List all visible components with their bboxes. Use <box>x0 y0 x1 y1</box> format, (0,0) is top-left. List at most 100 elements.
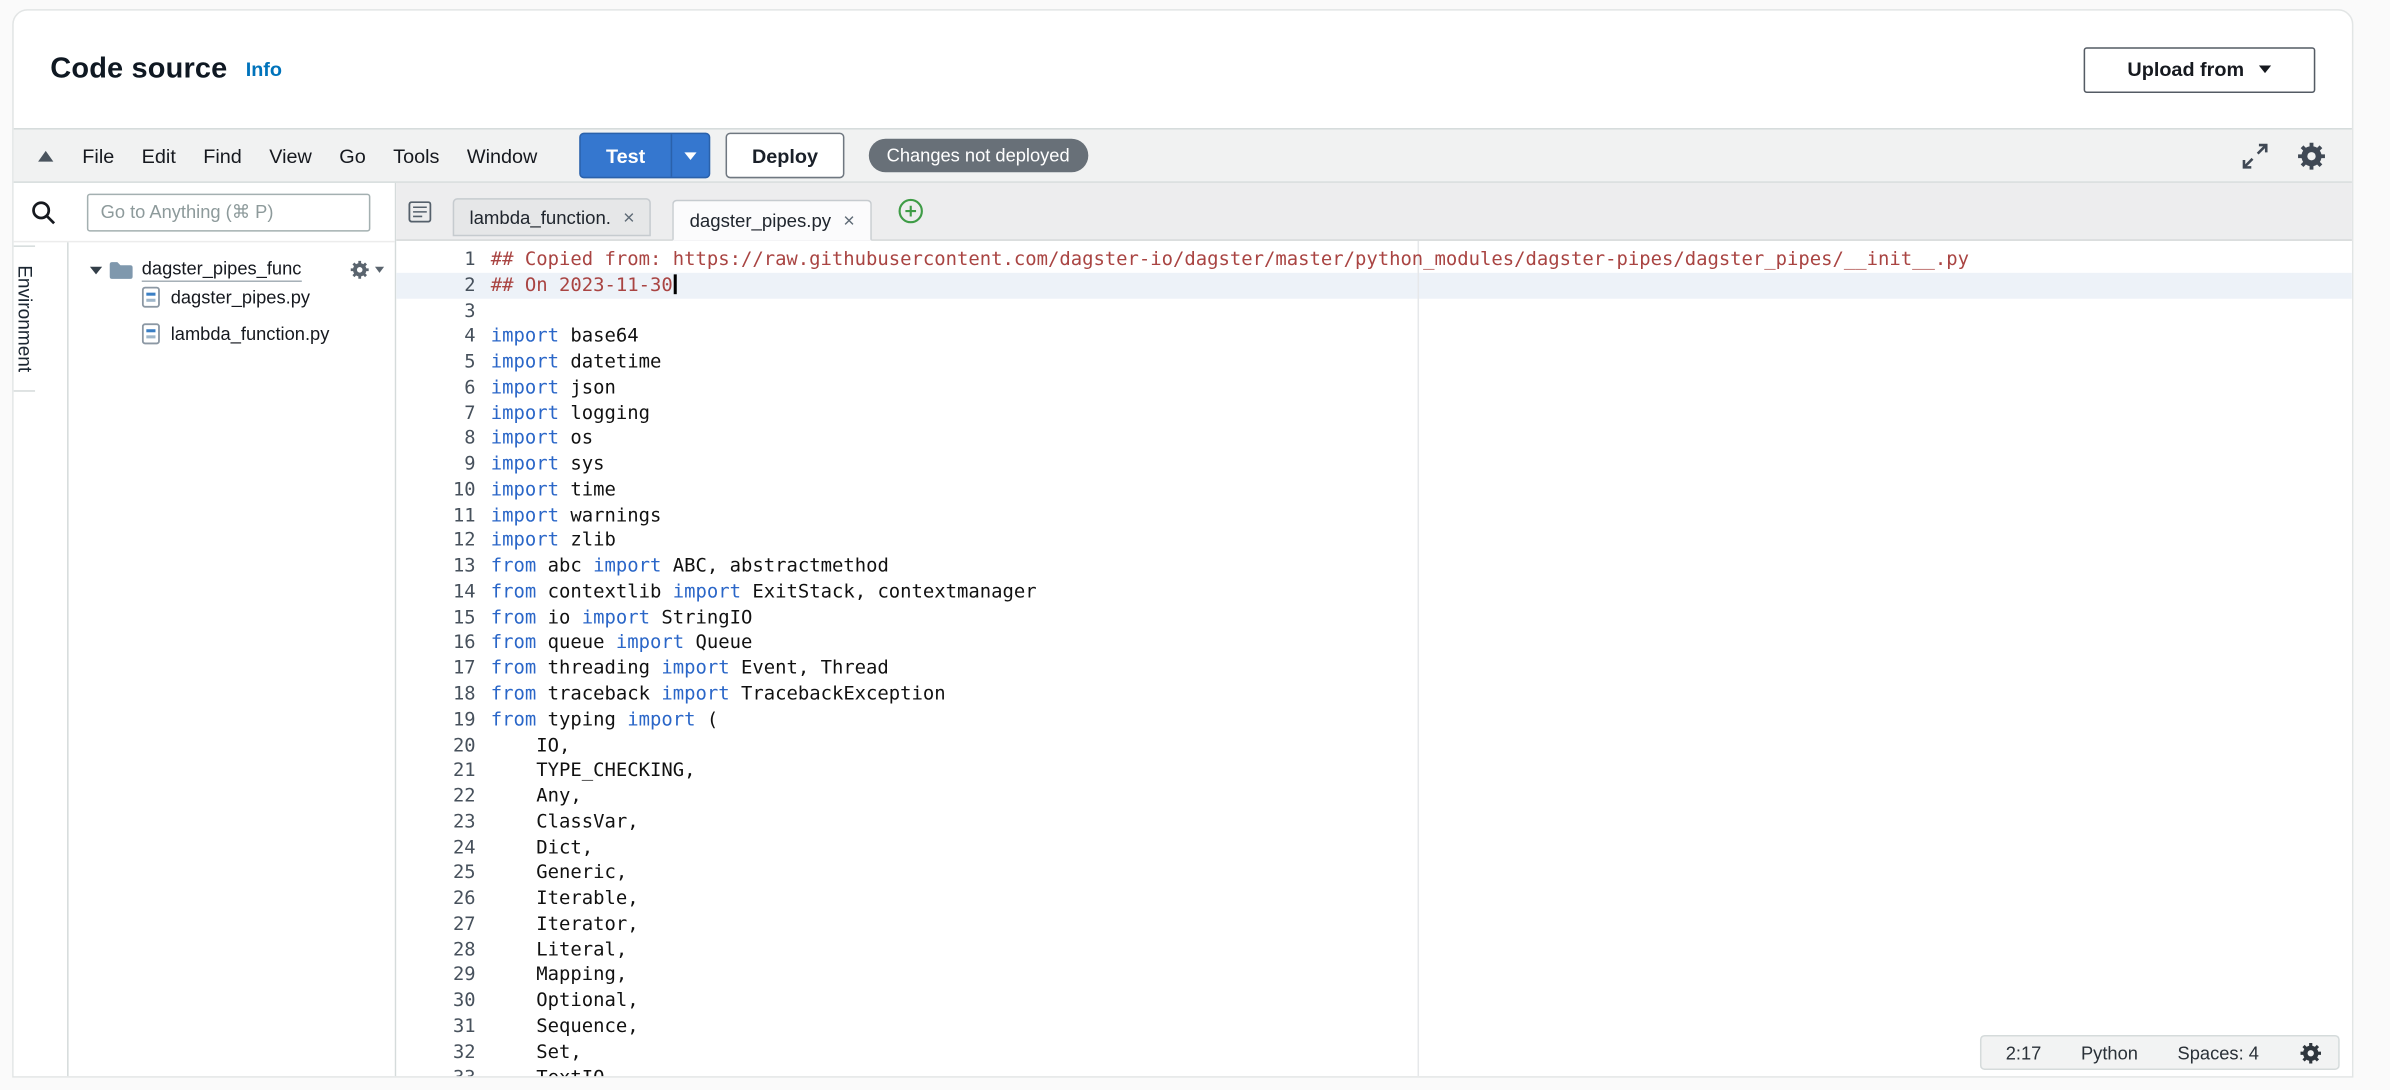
tab-dagster-pipes[interactable]: dagster_pipes.py × <box>673 200 872 241</box>
code-line[interactable]: Dict, <box>491 835 2352 861</box>
code-line[interactable]: from threading import Event, Thread <box>491 656 2352 682</box>
cursor-position[interactable]: 2:17 <box>2006 1042 2042 1063</box>
menu-window[interactable]: Window <box>453 144 551 167</box>
gutter-line-number[interactable]: 7 <box>396 400 491 426</box>
gutter-line-number[interactable]: 2 <box>396 272 491 298</box>
gutter-line-number[interactable]: 5 <box>396 349 491 375</box>
tab-lambda-function[interactable]: lambda_function. × <box>453 198 652 236</box>
code-editor[interactable]: 1234567891011121314151617181920212223242… <box>396 241 2352 1076</box>
gutter-line-number[interactable]: 12 <box>396 528 491 554</box>
environment-tab[interactable]: Environment <box>14 245 35 391</box>
gutter-line-number[interactable]: 33 <box>396 1065 491 1076</box>
tree-folder-row[interactable]: dagster_pipes_func <box>69 256 395 283</box>
gutter-line-number[interactable]: 11 <box>396 502 491 528</box>
code-line[interactable]: Mapping, <box>491 962 2352 988</box>
gutter-line-number[interactable]: 17 <box>396 656 491 682</box>
code-line[interactable]: ## On 2023-11-30 <box>491 272 2352 298</box>
code-line[interactable]: Generic, <box>491 860 2352 886</box>
menu-find[interactable]: Find <box>190 144 256 167</box>
code-line[interactable]: Iterator, <box>491 911 2352 937</box>
gutter-line-number[interactable]: 16 <box>396 630 491 656</box>
code-area[interactable]: ## Copied from: https://raw.githubuserco… <box>491 247 2352 1076</box>
goto-anything-input[interactable] <box>87 193 371 231</box>
search-icon[interactable] <box>30 199 56 225</box>
code-line[interactable]: import os <box>491 426 2352 452</box>
code-line[interactable]: from queue import Queue <box>491 630 2352 656</box>
gutter-line-number[interactable]: 8 <box>396 426 491 452</box>
code-line[interactable]: IO, <box>491 732 2352 758</box>
gutter-line-number[interactable]: 22 <box>396 784 491 810</box>
gutter-line-number[interactable]: 3 <box>396 298 491 324</box>
code-line[interactable]: from contextlib import ExitStack, contex… <box>491 579 2352 605</box>
code-line[interactable]: import sys <box>491 451 2352 477</box>
gutter-line-number[interactable]: 28 <box>396 937 491 963</box>
indent-setting[interactable]: Spaces: 4 <box>2178 1042 2259 1063</box>
gutter-line-number[interactable]: 30 <box>396 988 491 1014</box>
code-line[interactable]: import warnings <box>491 502 2352 528</box>
collapse-panel-icon[interactable] <box>38 150 53 161</box>
code-line[interactable]: import base64 <box>491 324 2352 350</box>
tree-settings-button[interactable] <box>343 259 384 280</box>
gutter-line-number[interactable]: 25 <box>396 860 491 886</box>
folder-disclosure-icon[interactable] <box>90 266 102 274</box>
gutter-line-number[interactable]: 31 <box>396 1014 491 1040</box>
deploy-button[interactable]: Deploy <box>726 133 844 179</box>
gutter-line-number[interactable]: 21 <box>396 758 491 784</box>
gear-icon[interactable] <box>2295 139 2327 171</box>
gutter-line-number[interactable]: 23 <box>396 809 491 835</box>
gutter-line-number[interactable]: 10 <box>396 477 491 503</box>
new-tab-icon[interactable] <box>898 198 924 224</box>
menu-file[interactable]: File <box>69 144 128 167</box>
code-line[interactable]: Any, <box>491 784 2352 810</box>
gutter-line-number[interactable]: 32 <box>396 1039 491 1065</box>
gutter-line-number[interactable]: 6 <box>396 375 491 401</box>
gutter-line-number[interactable]: 26 <box>396 886 491 912</box>
code-line[interactable]: Iterable, <box>491 886 2352 912</box>
gutter-line-number[interactable]: 13 <box>396 554 491 580</box>
test-button[interactable]: Test <box>579 133 711 179</box>
gutter-line-number[interactable]: 4 <box>396 324 491 350</box>
code-line[interactable]: import datetime <box>491 349 2352 375</box>
upload-from-button[interactable]: Upload from <box>2084 46 2316 92</box>
gutter-line-number[interactable]: 27 <box>396 911 491 937</box>
code-line[interactable]: from traceback import TracebackException <box>491 681 2352 707</box>
code-line[interactable]: import zlib <box>491 528 2352 554</box>
gutter-line-number[interactable]: 20 <box>396 732 491 758</box>
gutter-line-number[interactable]: 1 <box>396 247 491 273</box>
info-link[interactable]: Info <box>246 58 282 81</box>
code-line[interactable]: Literal, <box>491 937 2352 963</box>
gutter-line-number[interactable]: 24 <box>396 835 491 861</box>
gutter-line-number[interactable]: 29 <box>396 962 491 988</box>
gutter-line-number[interactable]: 9 <box>396 451 491 477</box>
gutter-line-number[interactable]: 18 <box>396 681 491 707</box>
code-line[interactable] <box>491 298 2352 324</box>
tree-file-lambda-function[interactable]: lambda_function.py <box>69 320 395 346</box>
code-line[interactable]: import json <box>491 375 2352 401</box>
code-line[interactable]: from io import StringIO <box>491 605 2352 631</box>
menu-go[interactable]: Go <box>326 144 380 167</box>
fullscreen-icon[interactable] <box>2241 141 2270 170</box>
code-line[interactable]: import time <box>491 477 2352 503</box>
test-button-label[interactable]: Test <box>580 134 671 177</box>
language-mode[interactable]: Python <box>2081 1042 2138 1063</box>
code-line[interactable]: TYPE_CHECKING, <box>491 758 2352 784</box>
tree-file-dagster-pipes[interactable]: dagster_pipes.py <box>69 284 395 310</box>
close-icon[interactable]: × <box>843 210 855 230</box>
code-line[interactable]: Optional, <box>491 988 2352 1014</box>
gutter-line-number[interactable]: 14 <box>396 579 491 605</box>
menu-view[interactable]: View <box>256 144 326 167</box>
gutter-line-number[interactable]: 19 <box>396 707 491 733</box>
folder-name[interactable]: dagster_pipes_func <box>142 258 302 282</box>
menu-edit[interactable]: Edit <box>128 144 190 167</box>
code-line[interactable]: ## Copied from: https://raw.githubuserco… <box>491 247 2352 273</box>
gear-icon[interactable] <box>2299 1040 2323 1064</box>
tab-list-icon[interactable] <box>408 200 431 221</box>
code-line[interactable]: import logging <box>491 400 2352 426</box>
menu-tools[interactable]: Tools <box>379 144 453 167</box>
close-icon[interactable]: × <box>623 207 635 227</box>
test-dropdown-button[interactable] <box>671 134 709 177</box>
code-line[interactable]: from abc import ABC, abstractmethod <box>491 554 2352 580</box>
code-line[interactable]: from typing import ( <box>491 707 2352 733</box>
code-line[interactable]: ClassVar, <box>491 809 2352 835</box>
gutter-line-number[interactable]: 15 <box>396 605 491 631</box>
